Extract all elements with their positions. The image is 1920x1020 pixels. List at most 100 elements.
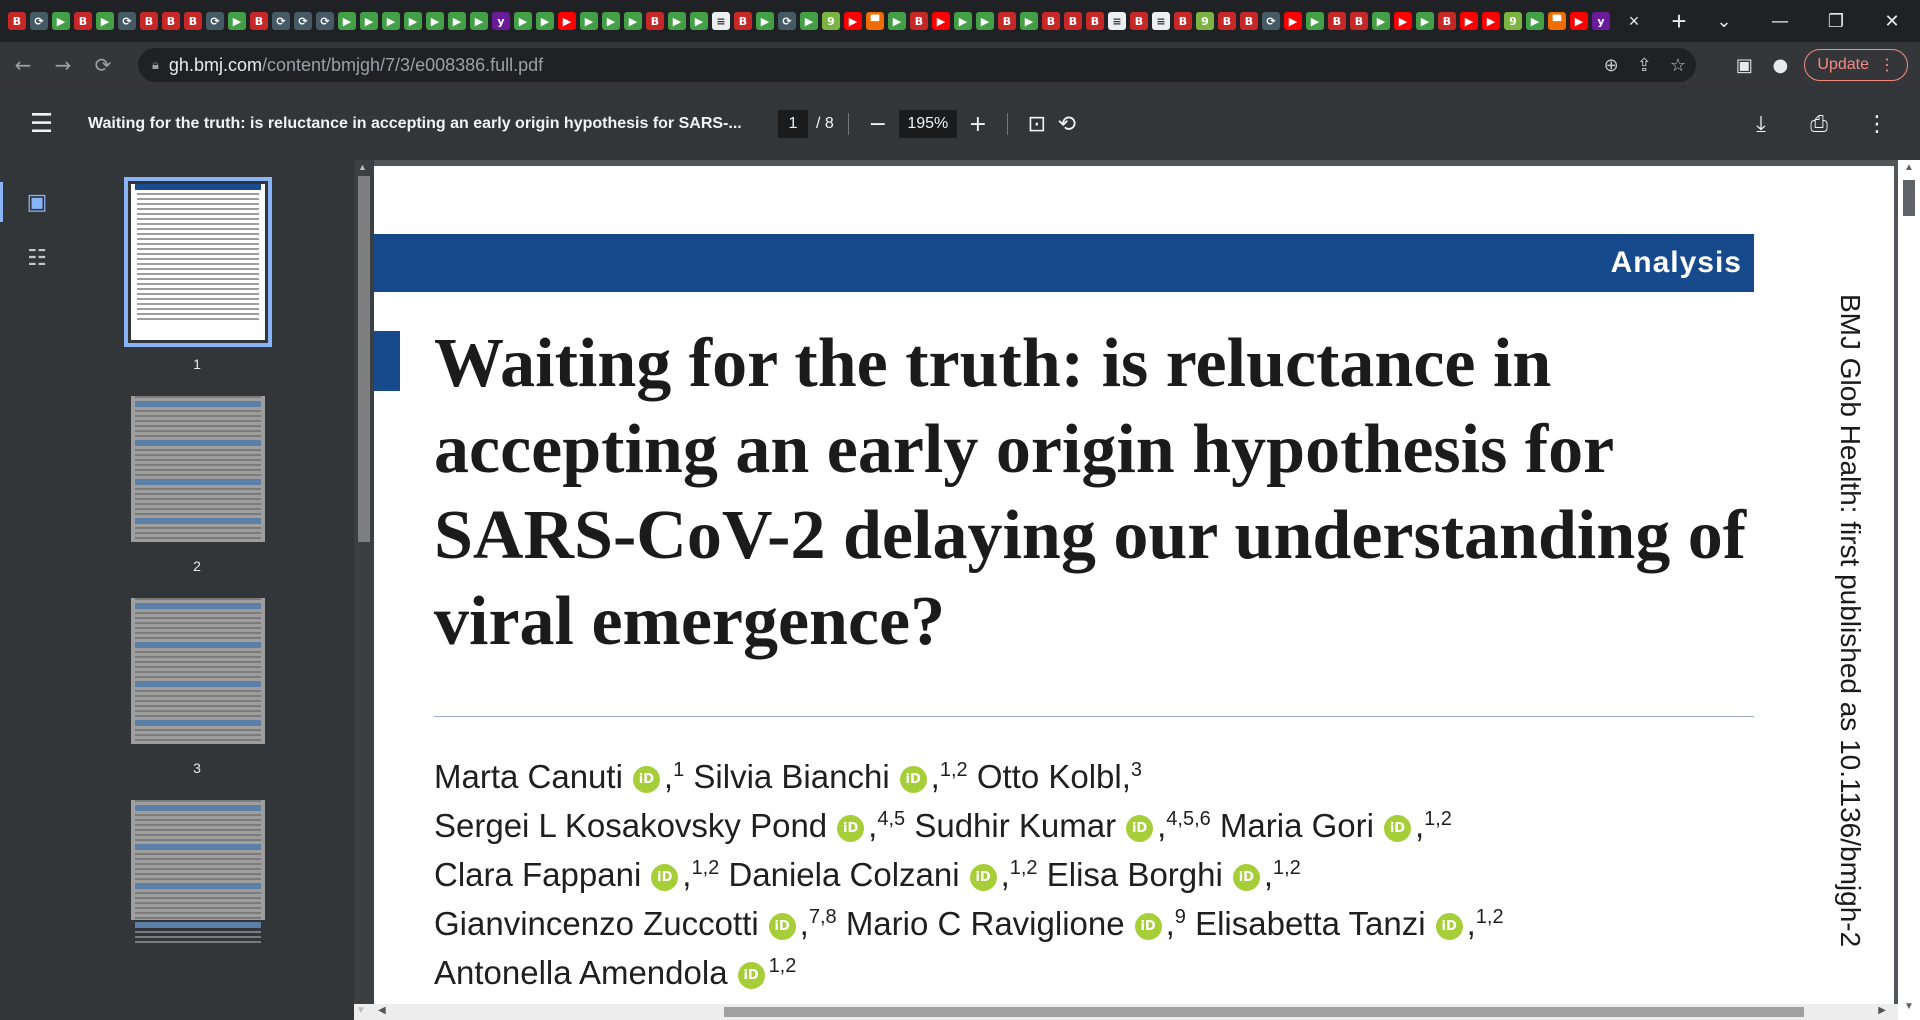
orcid-icon[interactable]: iD bbox=[1126, 814, 1154, 842]
tab-favicon-icon[interactable]: B bbox=[910, 12, 928, 30]
tab-favicon-icon[interactable]: ▶ bbox=[1416, 12, 1434, 30]
page-thumbnail[interactable] bbox=[131, 800, 265, 943]
tab-favicon-icon[interactable]: ▶ bbox=[624, 12, 642, 30]
tab-favicon-icon[interactable]: ▶ bbox=[1020, 12, 1038, 30]
tab-favicon-icon[interactable]: ▶ bbox=[1526, 12, 1544, 30]
tab-favicon-icon[interactable]: ▶ bbox=[96, 12, 114, 30]
tab-favicon-icon[interactable]: ▶ bbox=[1394, 12, 1412, 30]
orcid-icon[interactable]: iD bbox=[899, 765, 927, 793]
side-panel-icon[interactable]: ▣ bbox=[1732, 55, 1756, 76]
address-bar[interactable]: 🔒︎ gh.bmj.com/content/bmjgh/7/3/e008386.… bbox=[138, 48, 1696, 82]
tab-favicon-icon[interactable]: ▶ bbox=[690, 12, 708, 30]
tab-favicon-icon[interactable]: ▶ bbox=[1482, 12, 1500, 30]
tab-favicon-icon[interactable]: ▶ bbox=[404, 12, 422, 30]
tab-favicon-icon[interactable]: ▶ bbox=[1284, 12, 1302, 30]
tab-favicon-icon[interactable]: B bbox=[250, 12, 268, 30]
tab-favicon-icon[interactable]: B bbox=[1350, 12, 1368, 30]
sidebar-scroll-thumb[interactable] bbox=[358, 176, 370, 542]
tab-favicon-icon[interactable]: ▶ bbox=[360, 12, 378, 30]
orcid-icon[interactable]: iD bbox=[1383, 814, 1411, 842]
tab-favicon-icon[interactable]: B bbox=[184, 12, 202, 30]
close-window-button[interactable]: ✕ bbox=[1864, 11, 1920, 32]
minimize-button[interactable]: — bbox=[1752, 11, 1808, 32]
tab-favicon-icon[interactable]: ▶ bbox=[448, 12, 466, 30]
print-icon[interactable]: ⎙ bbox=[1804, 112, 1834, 137]
tab-favicon-icon[interactable]: ▶ bbox=[536, 12, 554, 30]
orcid-icon[interactable]: iD bbox=[1134, 912, 1162, 940]
orcid-icon[interactable]: iD bbox=[1435, 912, 1463, 940]
orcid-icon[interactable]: iD bbox=[632, 765, 660, 793]
tab-favicon-icon[interactable]: B bbox=[8, 12, 26, 30]
tab-favicon-icon[interactable]: 9 bbox=[1196, 12, 1214, 30]
tab-favicon-icon[interactable]: y bbox=[492, 12, 510, 30]
tab-favicon-icon[interactable]: B bbox=[1042, 12, 1060, 30]
tab-favicon-icon[interactable]: ⟳ bbox=[316, 12, 334, 30]
tab-favicon-icon[interactable]: ▶ bbox=[800, 12, 818, 30]
zoom-level-input[interactable]: 195% bbox=[898, 110, 957, 138]
orcid-icon[interactable]: iD bbox=[1232, 863, 1260, 891]
zoom-out-icon[interactable]: − bbox=[863, 112, 893, 137]
tab-search-chevron-icon[interactable]: ⌄ bbox=[1696, 11, 1752, 32]
tab-favicon-icon[interactable]: ▶ bbox=[888, 12, 906, 30]
page-thumbnail[interactable] bbox=[131, 598, 265, 744]
menu-icon[interactable]: ☰ bbox=[30, 109, 56, 139]
tab-favicon-icon[interactable]: ▶ bbox=[1306, 12, 1324, 30]
tab-favicon-icon[interactable]: ▶ bbox=[228, 12, 246, 30]
tab-favicon-icon[interactable]: B bbox=[1064, 12, 1082, 30]
zoom-icon[interactable]: ⊕ bbox=[1604, 55, 1619, 76]
more-options-icon[interactable]: ⋮ bbox=[1862, 112, 1892, 137]
download-icon[interactable]: ⤓ bbox=[1746, 112, 1776, 137]
forward-icon[interactable]: → bbox=[46, 48, 80, 82]
tab-favicon-icon[interactable]: B bbox=[1086, 12, 1104, 30]
tab-favicon-icon[interactable]: ▶ bbox=[426, 12, 444, 30]
tab-favicon-icon[interactable]: ▶ bbox=[932, 12, 950, 30]
tab-favicon-icon[interactable]: ⟳ bbox=[778, 12, 796, 30]
profile-icon[interactable]: ● bbox=[1768, 55, 1792, 76]
sidebar-scrollbar[interactable]: ▲ bbox=[354, 160, 374, 1004]
update-button[interactable]: Update ⋮ bbox=[1804, 49, 1908, 81]
tab-favicon-icon[interactable]: ▀ bbox=[1548, 12, 1566, 30]
tab-favicon-icon[interactable]: ▶ bbox=[954, 12, 972, 30]
tab-favicon-icon[interactable]: ▶ bbox=[514, 12, 532, 30]
tab-favicon-icon[interactable]: ▀ bbox=[866, 12, 884, 30]
tab-favicon-icon[interactable]: B bbox=[734, 12, 752, 30]
orcid-icon[interactable]: iD bbox=[837, 814, 865, 842]
scroll-up-arrow-icon[interactable]: ▲ bbox=[358, 162, 367, 172]
tab-favicon-icon[interactable]: ▶ bbox=[1372, 12, 1390, 30]
tab-favicon-icon[interactable]: ▶ bbox=[1570, 12, 1588, 30]
thumbnails-tab-icon[interactable]: ▣ bbox=[0, 174, 74, 230]
tab-favicon-icon[interactable]: ⟳ bbox=[118, 12, 136, 30]
page-scroll-thumb[interactable] bbox=[1903, 180, 1915, 216]
scroll-down-arrow-icon[interactable]: ▼ bbox=[356, 1005, 366, 1016]
horizontal-scrollbar[interactable]: ▼ ◀ ▶ bbox=[354, 1004, 1898, 1020]
lock-icon[interactable]: 🔒︎ bbox=[152, 57, 159, 73]
tab-close-icon[interactable]: × bbox=[1622, 11, 1646, 32]
tab-favicon-icon[interactable]: ▶ bbox=[558, 12, 576, 30]
tab-favicon-icon[interactable]: ▶ bbox=[382, 12, 400, 30]
tab-favicon-icon[interactable]: ≡ bbox=[1152, 12, 1170, 30]
tab-favicon-icon[interactable]: y bbox=[1592, 12, 1610, 30]
outline-tab-icon[interactable]: ☷ bbox=[0, 230, 74, 286]
share-icon[interactable]: ⇪ bbox=[1637, 55, 1652, 76]
scroll-up-arrow-icon[interactable]: ▲ bbox=[1904, 162, 1914, 173]
back-icon[interactable]: ← bbox=[6, 48, 40, 82]
tab-favicon-icon[interactable]: ▶ bbox=[338, 12, 356, 30]
bookmark-star-icon[interactable]: ☆ bbox=[1670, 55, 1686, 76]
tab-favicon-icon[interactable]: ▶ bbox=[844, 12, 862, 30]
tab-favicon-icon[interactable]: B bbox=[1174, 12, 1192, 30]
rotate-icon[interactable]: ⟲ bbox=[1052, 112, 1082, 137]
zoom-in-icon[interactable]: + bbox=[963, 112, 993, 137]
page-number-input[interactable]: 1 bbox=[778, 110, 808, 138]
tab-favicon-icon[interactable]: ▶ bbox=[756, 12, 774, 30]
scroll-down-arrow-icon[interactable]: ▼ bbox=[1904, 1001, 1914, 1012]
tab-favicon-icon[interactable]: ▶ bbox=[52, 12, 70, 30]
tab-favicon-icon[interactable]: 9 bbox=[822, 12, 840, 30]
orcid-icon[interactable]: iD bbox=[969, 863, 997, 891]
reload-icon[interactable]: ⟳ bbox=[86, 48, 120, 82]
page-thumbnail[interactable] bbox=[124, 177, 272, 347]
tab-favicon-icon[interactable]: ≡ bbox=[1108, 12, 1126, 30]
tab-favicon-icon[interactable]: ⟳ bbox=[1262, 12, 1280, 30]
tab-favicon-icon[interactable]: ▶ bbox=[1460, 12, 1478, 30]
tab-favicon-icon[interactable]: B bbox=[74, 12, 92, 30]
tab-favicon-icon[interactable]: B bbox=[1328, 12, 1346, 30]
